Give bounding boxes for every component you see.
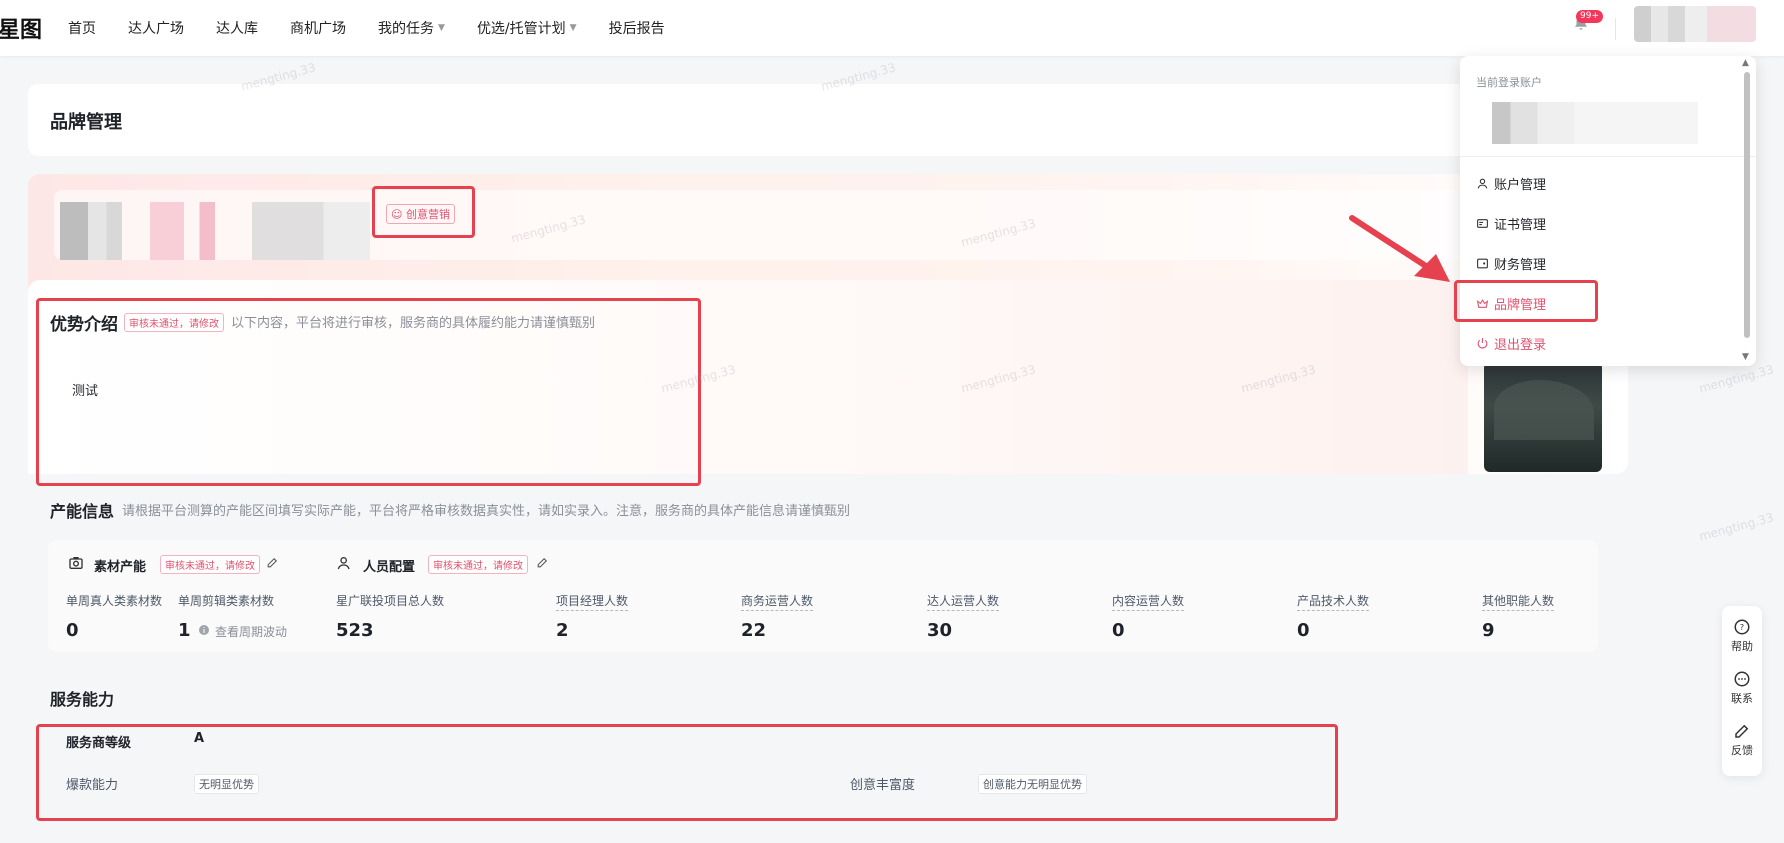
other-count-label: 其他职能人数 bbox=[1482, 592, 1555, 611]
content-ops-count-value: 0 bbox=[1112, 620, 1125, 641]
help-button[interactable]: ? 帮助 bbox=[1722, 618, 1762, 654]
brand-image-thumbnail[interactable] bbox=[1484, 362, 1602, 472]
watermark: mengting.33 bbox=[1697, 362, 1776, 396]
menu-finance-management-label: 财务管理 bbox=[1494, 258, 1547, 273]
contact-button[interactable]: 联系 bbox=[1722, 670, 1762, 706]
feedback-label: 反馈 bbox=[1731, 744, 1753, 757]
dropdown-scroll-thumb[interactable] bbox=[1744, 72, 1750, 338]
weekly-real-material-label: 单周真人类素材数 bbox=[66, 594, 163, 608]
nav-talent-library[interactable]: 达人库 bbox=[216, 18, 258, 38]
brand-logo-blurred bbox=[60, 202, 370, 260]
feedback-button[interactable]: 反馈 bbox=[1722, 722, 1762, 758]
annotation-box-service bbox=[36, 724, 1338, 821]
notification-badge: 99+ bbox=[1576, 10, 1603, 23]
menu-account-management[interactable]: 账户管理 bbox=[1476, 174, 1546, 193]
menu-finance-management[interactable]: 财务管理 bbox=[1476, 254, 1546, 273]
edit-icon[interactable] bbox=[536, 556, 549, 573]
page-header-card: 品牌管理 bbox=[28, 84, 1628, 156]
weekly-edit-material-label: 单周剪辑类素材数 bbox=[178, 594, 275, 608]
help-icon: ? bbox=[1734, 619, 1750, 635]
annotation-arrow-icon bbox=[1349, 215, 1450, 282]
person-icon bbox=[337, 555, 353, 575]
capacity-title: 产能信息 bbox=[50, 502, 115, 521]
staff-total-value: 523 bbox=[336, 620, 374, 641]
user-avatar[interactable] bbox=[1634, 6, 1756, 42]
pm-count-label: 项目经理人数 bbox=[556, 592, 629, 611]
menu-logout[interactable]: 退出登录 bbox=[1476, 334, 1546, 353]
staff-status-badge: 审核未通过，请修改 bbox=[428, 555, 528, 574]
help-label: 帮助 bbox=[1731, 640, 1753, 653]
info-icon bbox=[198, 624, 210, 640]
nav-plans[interactable]: 优选/托管计划 ▼ bbox=[477, 18, 577, 38]
scroll-down-icon[interactable]: ▼ bbox=[1742, 352, 1749, 362]
menu-certificate-management[interactable]: 证书管理 bbox=[1476, 214, 1546, 233]
wallet-icon bbox=[1477, 258, 1488, 269]
talent-ops-count-label: 达人运营人数 bbox=[927, 592, 1000, 611]
nav-my-tasks[interactable]: 我的任务 ▼ bbox=[378, 18, 445, 38]
material-title: 素材产能 bbox=[94, 560, 147, 575]
top-navbar: 星图 首页 达人广场 达人库 商机广场 我的任务 ▼ 优选/托管计划 ▼ 投后报告 bbox=[0, 0, 1784, 56]
logo[interactable]: 星图 bbox=[0, 12, 42, 44]
menu-logout-label: 退出登录 bbox=[1494, 338, 1547, 353]
biz-ops-count-value: 22 bbox=[741, 620, 767, 641]
svg-text:?: ? bbox=[1740, 622, 1744, 632]
power-icon bbox=[1477, 338, 1488, 349]
weekly-edit-material-value: 1 bbox=[178, 620, 191, 641]
chat-icon bbox=[1734, 671, 1750, 687]
tech-count-label: 产品技术人数 bbox=[1297, 592, 1370, 611]
view-fluctuation-link[interactable]: 查看周期波动 bbox=[215, 623, 287, 640]
dropdown-divider bbox=[1460, 156, 1756, 157]
nav-opportunity-square[interactable]: 商机广场 bbox=[290, 18, 346, 38]
annotation-box-advantage bbox=[36, 298, 701, 486]
side-toolbar: ? 帮助 联系 反馈 bbox=[1722, 606, 1762, 776]
nav-my-tasks-label: 我的任务 bbox=[378, 21, 435, 37]
scroll-up-icon[interactable]: ▲ bbox=[1742, 58, 1749, 68]
menu-certificate-management-label: 证书管理 bbox=[1494, 218, 1547, 233]
nav-home[interactable]: 首页 bbox=[68, 18, 96, 38]
nav-plans-label: 优选/托管计划 bbox=[476, 21, 566, 37]
contact-label: 联系 bbox=[1731, 692, 1753, 705]
pm-count-value: 2 bbox=[556, 620, 569, 641]
other-count-value: 9 bbox=[1482, 620, 1495, 641]
staff-title: 人员配置 bbox=[363, 560, 416, 575]
certificate-icon bbox=[1477, 219, 1488, 228]
page-title: 品牌管理 bbox=[50, 112, 122, 133]
staff-total-label: 星广联投项目总人数 bbox=[336, 594, 445, 608]
nav-divider bbox=[1615, 18, 1616, 40]
current-account-label: 当前登录账户 bbox=[1476, 76, 1542, 89]
annotation-box-brand-menu bbox=[1454, 280, 1598, 322]
caret-down-icon: ▼ bbox=[438, 23, 445, 33]
material-status-badge: 审核未通过，请修改 bbox=[160, 555, 260, 574]
nav-talent-square[interactable]: 达人广场 bbox=[128, 18, 184, 38]
nav-post-report[interactable]: 投后报告 bbox=[609, 18, 665, 38]
account-name-blurred bbox=[1492, 102, 1698, 144]
tech-count-value: 0 bbox=[1297, 620, 1310, 641]
service-title: 服务能力 bbox=[50, 690, 115, 709]
weekly-real-material-value: 0 bbox=[66, 620, 79, 641]
edit-icon[interactable] bbox=[266, 556, 279, 573]
pen-icon bbox=[1735, 724, 1749, 738]
talent-ops-count-value: 30 bbox=[927, 620, 953, 641]
biz-ops-count-label: 商务运营人数 bbox=[741, 592, 814, 611]
camera-icon bbox=[68, 555, 84, 575]
content-ops-count-label: 内容运营人数 bbox=[1112, 592, 1185, 611]
capacity-hint: 请根据平台测算的产能区间填写实际产能，平台将严格审核数据真实性，请如实录入。注意… bbox=[122, 504, 851, 519]
user-icon bbox=[1477, 178, 1488, 189]
watermark: mengting.33 bbox=[1697, 510, 1776, 544]
caret-down-icon: ▼ bbox=[569, 23, 577, 33]
annotation-box-tag bbox=[372, 186, 475, 238]
menu-account-management-label: 账户管理 bbox=[1494, 178, 1547, 193]
